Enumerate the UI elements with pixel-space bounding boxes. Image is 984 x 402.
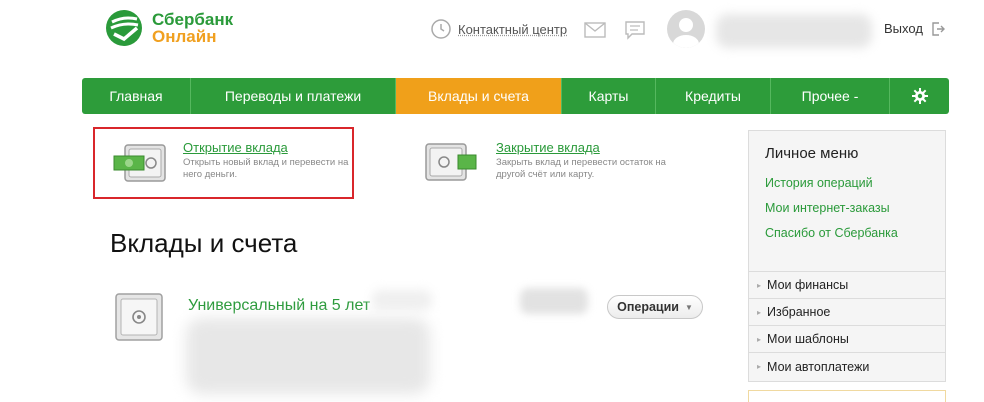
open-deposit-description: Открыть новый вклад и перевести на него … (183, 157, 349, 180)
settings-button[interactable] (890, 78, 949, 114)
logo-text-line1: Сбербанк (152, 10, 234, 29)
redacted-value (520, 288, 588, 314)
nav-item-home[interactable]: Главная (82, 78, 191, 114)
nav-item-deposits[interactable]: Вклады и счета (396, 78, 562, 114)
main-nav: Главная Переводы и платежи Вклады и счет… (82, 78, 949, 114)
sberbank-logo[interactable]: Сбербанк Онлайн (104, 8, 233, 48)
avatar[interactable] (667, 10, 705, 48)
personal-menu-sidebar: Личное меню История операций Мои интерне… (748, 130, 946, 382)
messages-icon[interactable] (624, 20, 646, 40)
sidebar-item-label: Мои автоплатежи (767, 359, 870, 374)
promo-box (748, 390, 946, 402)
open-deposit-link[interactable]: Открытие вклада (183, 140, 355, 155)
sidebar-link-history[interactable]: История операций (765, 176, 945, 190)
logout-label: Выход (884, 21, 923, 36)
contact-center-label: Контактный центр (458, 21, 568, 37)
close-deposit-description: Закрыть вклад и перевести остаток на дру… (496, 157, 666, 180)
chevron-down-icon: ▼ (684, 302, 693, 312)
sidebar-item-finances[interactable]: ▸ Мои финансы (749, 272, 945, 299)
open-deposit-card[interactable]: Открытие вклада Открыть новый вклад и пе… (93, 127, 354, 199)
chevron-right-icon: ▸ (757, 307, 762, 317)
contact-center-link[interactable]: Контактный центр (430, 18, 567, 40)
sidebar-item-autopayments[interactable]: ▸ Мои автоплатежи (749, 353, 945, 380)
user-silhouette-icon (673, 18, 699, 48)
sidebar-item-label: Избранное (767, 305, 831, 319)
chevron-right-icon: ▸ (757, 334, 762, 344)
chevron-right-icon: ▸ (757, 362, 762, 371)
sidebar-item-label: Мои шаблоны (767, 332, 849, 346)
close-deposit-card[interactable]: Закрытие вклада Закрыть вклад и перевест… (424, 140, 684, 184)
logout-icon (932, 21, 945, 36)
operations-dropdown-button[interactable]: Операции ▼ (607, 295, 703, 319)
sidebar-title: Личное меню (765, 145, 859, 162)
nav-item-transfers[interactable]: Переводы и платежи (191, 78, 396, 114)
username-redacted (716, 14, 872, 48)
redacted-details (186, 318, 430, 394)
safe-with-money-icon (425, 143, 477, 181)
sidebar-item-templates[interactable]: ▸ Мои шаблоны (749, 326, 945, 353)
gear-icon (911, 88, 928, 104)
deposit-name-link[interactable]: Универсальный на 5 лет (188, 297, 370, 315)
safe-with-money-icon (113, 144, 166, 182)
sidebar-item-favorites[interactable]: ▸ Избранное (749, 299, 945, 326)
sberbank-logo-icon (106, 10, 142, 46)
nav-item-credits[interactable]: Кредиты (656, 78, 771, 114)
sidebar-item-label: Мои финансы (767, 278, 849, 292)
mail-icon[interactable] (584, 22, 606, 38)
redacted-amount (372, 290, 432, 310)
close-deposit-link[interactable]: Закрытие вклада (496, 140, 668, 155)
operations-label: Операции (617, 300, 679, 314)
sidebar-link-thanks[interactable]: Спасибо от Сбербанка (765, 226, 945, 240)
safe-icon (115, 293, 163, 341)
page-title: Вклады и счета (110, 228, 298, 258)
nav-item-cards[interactable]: Карты (562, 78, 656, 114)
logout-link[interactable]: Выход (884, 21, 945, 36)
sidebar-link-orders[interactable]: Мои интернет-заказы (765, 201, 945, 215)
logo-text-line2: Онлайн (152, 27, 217, 46)
chevron-right-icon: ▸ (757, 280, 762, 290)
clock-icon (431, 19, 451, 39)
nav-item-other[interactable]: Прочее - (771, 78, 890, 114)
